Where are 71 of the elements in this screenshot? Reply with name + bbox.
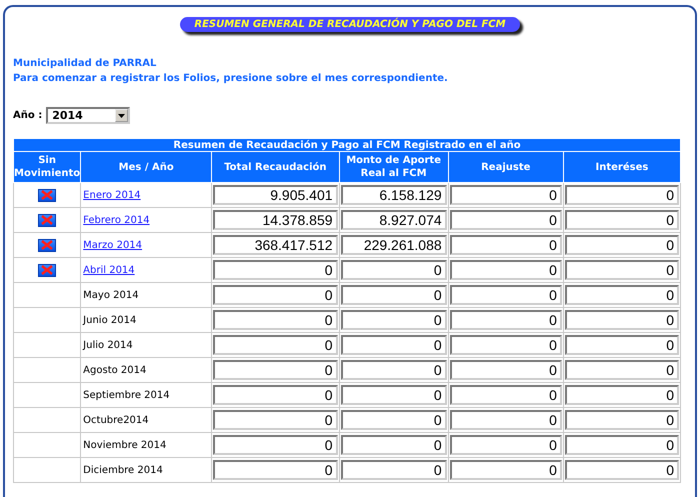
month-link[interactable]: Abril 2014: [83, 264, 135, 276]
amount-field[interactable]: 0: [450, 285, 562, 305]
amount-field[interactable]: 0: [564, 335, 679, 355]
amount-field[interactable]: 0: [564, 285, 679, 305]
amount-field[interactable]: 0: [450, 210, 562, 230]
column-header: Monto de Aporte Real al FCM: [339, 152, 448, 182]
amount-field[interactable]: 0: [340, 335, 447, 355]
amount-field[interactable]: 0: [564, 310, 679, 330]
column-header: Mes / Año: [80, 152, 212, 182]
month-link[interactable]: Enero 2014: [83, 190, 141, 200]
amount-field[interactable]: 0: [340, 310, 447, 330]
amount-field[interactable]: 0: [564, 260, 679, 280]
amount-field[interactable]: 0: [450, 410, 562, 430]
amount-field[interactable]: 0: [340, 410, 447, 430]
amount-field[interactable]: 8.927.074: [340, 210, 447, 230]
intro-text: Para comenzar a registrar los Folios, presione sobre el mes correspondiente.: [13, 72, 449, 86]
table-caption: Resumen de Recaudación y Pago al FCM Registrado en el año: [14, 138, 680, 152]
amount-field[interactable]: 0: [450, 360, 562, 380]
amount-field[interactable]: 0: [340, 260, 447, 280]
month-label: Diciembre 2014: [83, 464, 163, 476]
amount-field[interactable]: 0: [340, 460, 447, 480]
page-title: RESUMEN GENERAL DE RECAUDACIÓN Y PAGO DEL FCM: [180, 17, 520, 32]
amount-field[interactable]: 0: [450, 235, 562, 255]
year-select[interactable]: 2014: [46, 107, 130, 124]
amount-field[interactable]: 0: [450, 435, 562, 455]
amount-field[interactable]: 0: [213, 360, 338, 380]
year-label: Año :: [13, 110, 42, 121]
month-label: Agosto 2014: [83, 364, 146, 376]
column-header: Sin Movimiento: [14, 152, 81, 182]
month-label: Mayo 2014: [83, 290, 139, 300]
amount-field[interactable]: 0: [450, 460, 562, 480]
amount-field[interactable]: 229.261.088: [340, 235, 447, 255]
amount-field[interactable]: 9.905.401: [213, 185, 338, 205]
column-header: Total Recaudación: [212, 152, 340, 182]
month-label: Noviembre 2014: [83, 440, 166, 450]
amount-field[interactable]: 0: [213, 310, 338, 330]
amount-field[interactable]: 0: [213, 435, 338, 455]
amount-field[interactable]: 0: [564, 185, 679, 205]
amount-field[interactable]: 0: [564, 210, 679, 230]
amount-field[interactable]: 6.158.129: [340, 185, 447, 205]
month-label: Julio 2014: [83, 340, 133, 350]
amount-field[interactable]: 0: [564, 360, 679, 380]
amount-field[interactable]: 368.417.512: [213, 235, 338, 255]
amount-field[interactable]: 0: [450, 385, 562, 405]
amount-field[interactable]: 0: [213, 285, 338, 305]
amount-field[interactable]: 0: [450, 260, 562, 280]
amount-field[interactable]: 0: [564, 385, 679, 405]
column-header: Reajuste: [448, 152, 564, 182]
amount-field[interactable]: 0: [450, 185, 562, 205]
amount-field[interactable]: 0: [564, 235, 679, 255]
month-label: Junio 2014: [83, 314, 136, 326]
amount-field[interactable]: 0: [213, 260, 338, 280]
amount-field[interactable]: 0: [564, 435, 679, 455]
amount-field[interactable]: 0: [340, 385, 447, 405]
amount-field[interactable]: 14.378.859: [213, 210, 338, 230]
intro-text: Municipalidad de PARRAL: [13, 57, 158, 71]
amount-field[interactable]: 0: [213, 410, 338, 430]
amount-field[interactable]: 0: [213, 385, 338, 405]
amount-field[interactable]: 0: [340, 360, 447, 380]
amount-field[interactable]: 0: [213, 335, 338, 355]
month-label: Septiembre 2014: [83, 390, 170, 400]
amount-field[interactable]: 0: [450, 310, 562, 330]
amount-field[interactable]: 0: [564, 410, 679, 430]
month-link[interactable]: Marzo 2014: [83, 240, 142, 250]
amount-field[interactable]: 0: [340, 435, 447, 455]
month-label: Octubre2014: [83, 414, 149, 426]
amount-field[interactable]: 0: [450, 335, 562, 355]
amount-field[interactable]: 0: [213, 460, 338, 480]
amount-field[interactable]: 0: [340, 285, 447, 305]
column-header: Interéses: [563, 152, 680, 182]
amount-field[interactable]: 0: [564, 460, 679, 480]
